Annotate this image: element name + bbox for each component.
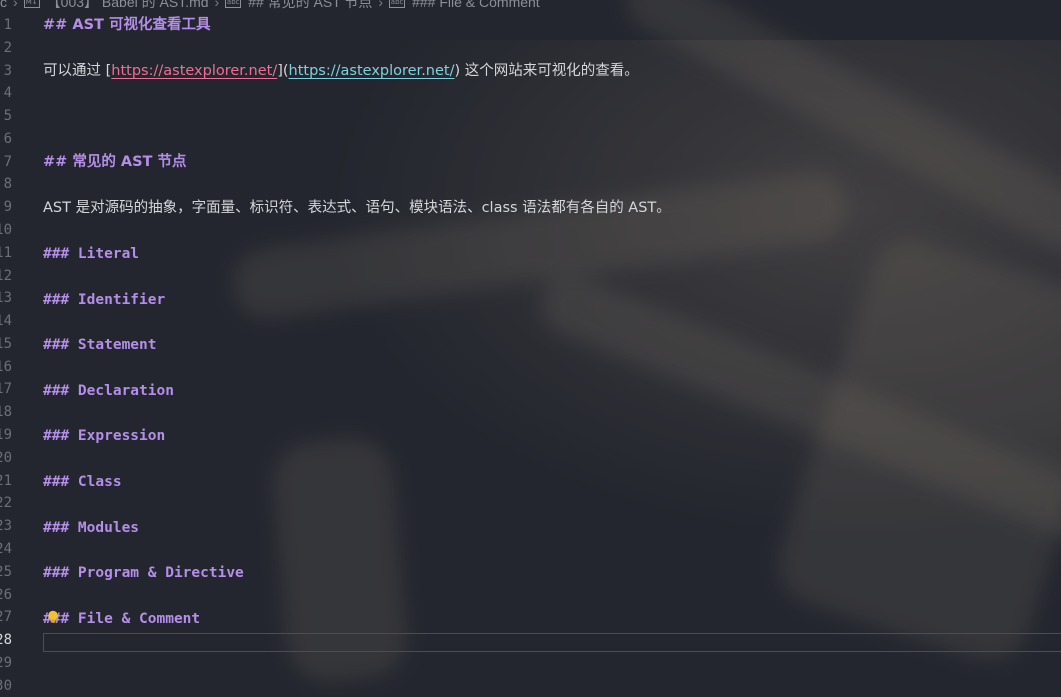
line-number: 2: [3, 39, 12, 56]
line-number: 28: [0, 632, 12, 649]
line-7-heading[interactable]: ## 常见的 AST 节点: [43, 153, 187, 171]
line-21-heading[interactable]: ### Class: [43, 473, 122, 491]
line-number: 27: [0, 609, 12, 626]
line-number: 19: [0, 427, 12, 444]
lightbulb-icon[interactable]: [47, 610, 59, 624]
line-17-heading[interactable]: ### Declaration: [43, 382, 174, 400]
line-number: 5: [3, 108, 12, 125]
line-11-heading[interactable]: ### Literal: [43, 245, 139, 263]
link-url[interactable]: https://astexplorer.net/: [289, 63, 455, 79]
line-number: 22: [0, 495, 12, 512]
line-number: 17: [0, 381, 12, 398]
line-3-paragraph[interactable]: 可以通过 [https://astexplorer.net/](https://…: [43, 62, 639, 80]
line-number: 10: [0, 222, 12, 239]
line-23-heading[interactable]: ### Modules: [43, 519, 139, 537]
line-number: 18: [0, 404, 12, 421]
line-number: 6: [3, 130, 12, 147]
line-number: 23: [0, 518, 12, 535]
line-15-heading[interactable]: ### Statement: [43, 336, 157, 354]
line-25-heading[interactable]: ### Program & Directive: [43, 564, 244, 582]
line-number: 8: [3, 176, 12, 193]
line-number: 16: [0, 358, 12, 375]
current-line-highlight[interactable]: [43, 633, 1061, 652]
line-13-heading[interactable]: ### Identifier: [43, 291, 165, 309]
line-number: 3: [3, 62, 12, 79]
line-number: 14: [0, 313, 12, 330]
line-number: 11: [0, 244, 12, 261]
line-number: 12: [0, 267, 12, 284]
line-19-heading[interactable]: ### Expression: [43, 427, 165, 445]
line-number: 20: [0, 449, 12, 466]
line-27-heading[interactable]: ### File & Comment: [43, 610, 200, 628]
editor-pane[interactable]: 1234567891011121314151617181920212223242…: [0, 0, 1061, 697]
line-number: 1: [3, 17, 12, 33]
line-1-heading[interactable]: ## AST 可视化查看工具: [43, 16, 210, 34]
line-number: 30: [0, 677, 12, 694]
line-number: 9: [3, 199, 12, 216]
line-number: 7: [3, 153, 12, 170]
line-number: 13: [0, 290, 12, 307]
line-9-paragraph[interactable]: AST 是对源码的抽象，字面量、标识符、表达式、语句、模块语法、class 语法…: [43, 199, 671, 217]
line-number: 26: [0, 586, 12, 603]
line-number: 21: [0, 472, 12, 489]
line-number: 15: [0, 335, 12, 352]
line-number: 4: [3, 85, 12, 102]
link-text[interactable]: https://astexplorer.net/: [111, 63, 277, 79]
line-number: 24: [0, 540, 12, 557]
line-3-suffix: 这个网站来可视化的查看。: [460, 63, 639, 79]
line-3-prefix: 可以通过: [43, 63, 106, 79]
line-number: 25: [0, 563, 12, 580]
line-number: 29: [0, 654, 12, 671]
